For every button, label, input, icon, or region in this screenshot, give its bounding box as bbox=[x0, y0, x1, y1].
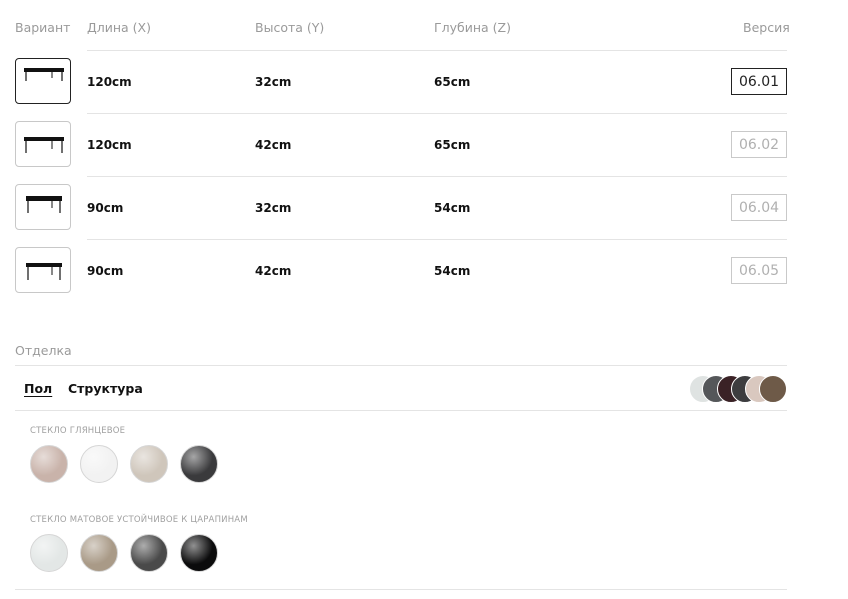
table-header: Вариант Длина (X) Высота (Y) Глубина (Z)… bbox=[0, 20, 848, 38]
height-value: 42cm bbox=[255, 264, 292, 278]
table-variant-thumbnail[interactable] bbox=[15, 247, 71, 293]
depth-value: 54cm bbox=[434, 201, 471, 215]
tab-floor[interactable]: Пол bbox=[24, 381, 52, 396]
header-variant: Вариант bbox=[15, 20, 71, 35]
depth-value: 65cm bbox=[434, 75, 471, 89]
length-value: 90cm bbox=[87, 264, 124, 278]
finish-section-title: Отделка bbox=[15, 343, 72, 358]
color-swatch[interactable] bbox=[180, 445, 218, 483]
height-value: 32cm bbox=[255, 201, 292, 215]
table-row[interactable]: 90cm 42cm 54cm 06.05 bbox=[0, 239, 848, 302]
table-icon bbox=[26, 263, 62, 280]
color-swatch[interactable] bbox=[180, 534, 218, 572]
header-version: Версия bbox=[743, 20, 790, 35]
version-button[interactable]: 06.01 bbox=[731, 68, 787, 95]
header-length: Длина (X) bbox=[87, 20, 152, 35]
table-variant-thumbnail[interactable] bbox=[15, 58, 71, 104]
table-row[interactable]: 90cm 32cm 54cm 06.04 bbox=[0, 176, 848, 239]
row-divider bbox=[87, 239, 787, 240]
depth-value: 54cm bbox=[434, 264, 471, 278]
length-value: 90cm bbox=[87, 201, 124, 215]
length-value: 120cm bbox=[87, 75, 132, 89]
table-variant-thumbnail[interactable] bbox=[15, 184, 71, 230]
color-swatch[interactable] bbox=[30, 445, 68, 483]
matte-glass-label: СТЕКЛО МАТОВОЕ УСТОЙЧИВОЕ К ЦАРАПИНАМ bbox=[30, 515, 248, 525]
table-icon bbox=[26, 196, 62, 213]
table-variant-thumbnail[interactable] bbox=[15, 121, 71, 167]
table-row[interactable]: 120cm 42cm 65cm 06.02 bbox=[0, 113, 848, 176]
selected-finish-preview[interactable] bbox=[689, 375, 789, 403]
version-button[interactable]: 06.02 bbox=[731, 131, 787, 158]
preview-swatch bbox=[759, 375, 787, 403]
header-height: Высота (Y) bbox=[255, 20, 325, 35]
table-icon bbox=[24, 68, 64, 81]
tab-structure[interactable]: Структура bbox=[68, 381, 143, 396]
height-value: 42cm bbox=[255, 138, 292, 152]
color-swatch[interactable] bbox=[80, 445, 118, 483]
glossy-glass-label: СТЕКЛО ГЛЯНЦЕВОЕ bbox=[30, 426, 126, 436]
divider bbox=[15, 410, 787, 411]
divider bbox=[15, 365, 787, 366]
version-button[interactable]: 06.04 bbox=[731, 194, 787, 221]
row-divider bbox=[87, 50, 787, 51]
depth-value: 65cm bbox=[434, 138, 471, 152]
table-icon bbox=[24, 137, 64, 153]
color-swatch[interactable] bbox=[130, 445, 168, 483]
version-button[interactable]: 06.05 bbox=[731, 257, 787, 284]
height-value: 32cm bbox=[255, 75, 292, 89]
row-divider bbox=[87, 113, 787, 114]
header-depth: Глубина (Z) bbox=[434, 20, 511, 35]
table-row[interactable]: 120cm 32cm 65cm 06.01 bbox=[0, 50, 848, 113]
length-value: 120cm bbox=[87, 138, 132, 152]
color-swatch[interactable] bbox=[80, 534, 118, 572]
color-swatch[interactable] bbox=[30, 534, 68, 572]
divider bbox=[15, 589, 787, 590]
row-divider bbox=[87, 176, 787, 177]
color-swatch[interactable] bbox=[130, 534, 168, 572]
